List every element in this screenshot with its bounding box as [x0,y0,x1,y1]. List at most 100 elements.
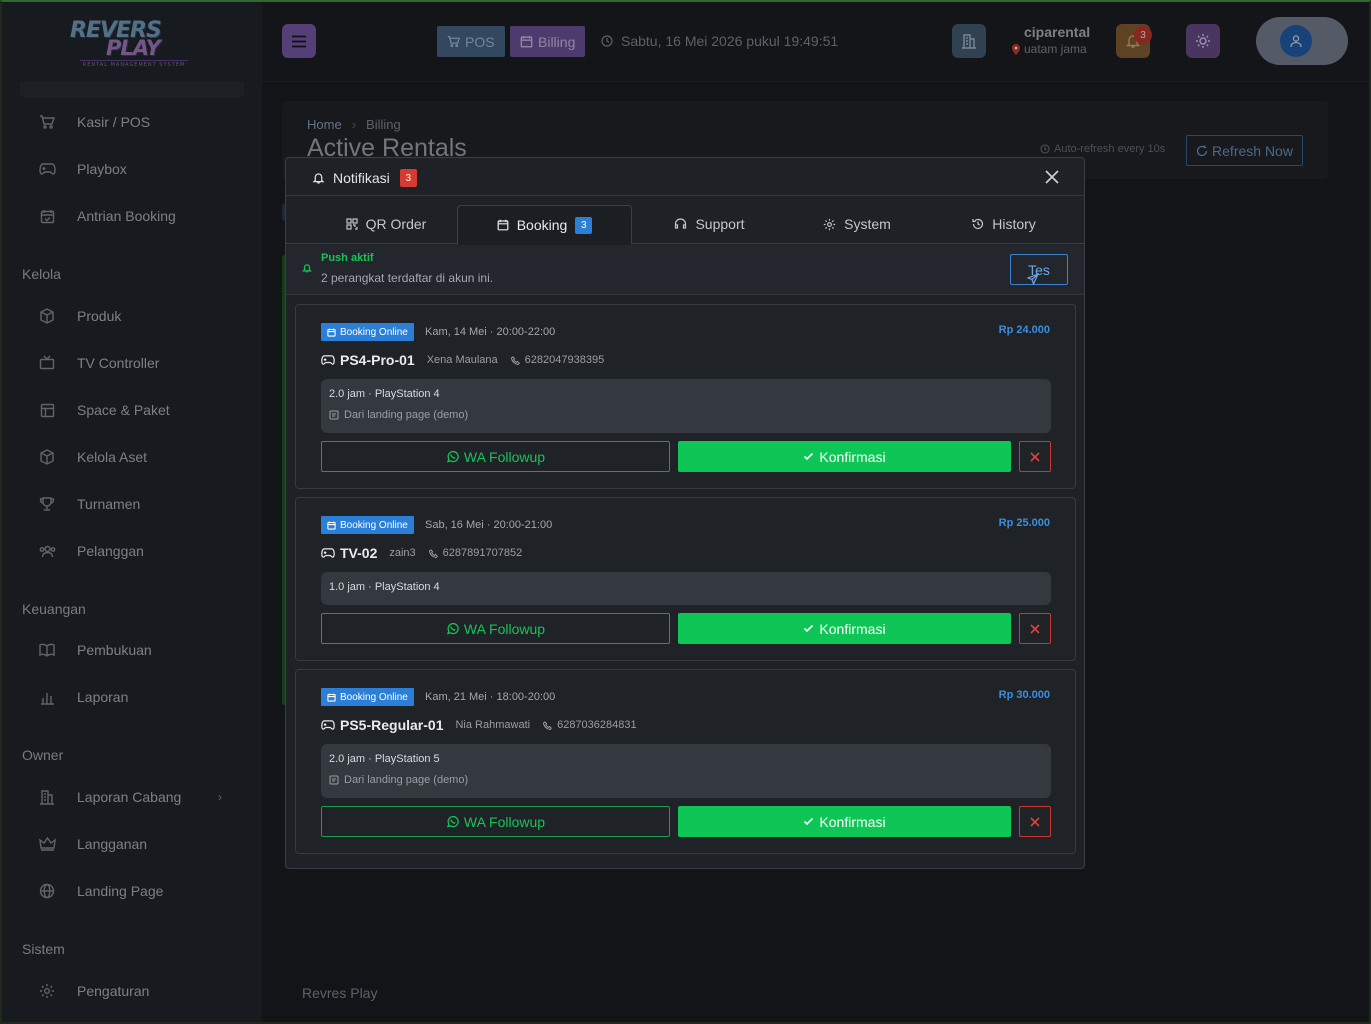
booking-phone-text: 6282047938395 [524,354,605,366]
modal-count-badge: 3 [399,169,417,187]
tab-label: Support [695,216,745,232]
booking-price: Rp 24.000 [998,324,1050,336]
booking-price: Rp 25.000 [998,517,1050,529]
tab-label: QR Order [365,216,427,232]
booking-type-text: Booking Online [340,691,408,703]
booking-detail: 2.0 jam · PlayStation 4 Dari landing pag… [321,379,1051,433]
confirm-button[interactable]: Konfirmasi [678,441,1011,472]
history-icon [972,218,984,230]
modal-header: Notifikasi 3 [286,158,1084,196]
booking-type-badge: Booking Online [321,516,414,534]
booking-note: Dari landing page (demo) [329,409,468,421]
booking-note-text: Dari landing page (demo) [344,409,469,421]
confirm-button[interactable]: Konfirmasi [678,806,1011,837]
tab-label: Booking [516,217,568,233]
bell-icon [312,171,325,185]
calendar-icon [327,521,336,530]
booking-date: Kam, 21 Mei · 18:00-20:00 [425,691,556,703]
booking-customer: Xena Maulana [426,354,498,366]
push-status-bar: Push aktif 2 perangkat terdaftar di akun… [286,245,1084,295]
close-icon [1030,623,1040,634]
wa-followup-button[interactable]: WA Followup [321,613,670,644]
whatsapp-icon [446,815,459,828]
booking-phone: 6282047938395 [510,354,605,366]
whatsapp-icon [446,450,459,463]
qr-icon [346,218,358,230]
wa-followup-label: WA Followup [463,813,546,830]
booking-unit: PS5-Regular-01 [340,717,444,733]
calendar-icon [497,219,509,231]
confirm-label: Konfirmasi [819,813,886,830]
gamepad-icon [321,354,335,366]
modal-title-text: Notifikasi [333,170,390,186]
check-icon [803,816,814,827]
calendar-icon [327,328,336,337]
booking-duration: 2.0 jam · PlayStation 4 [329,388,440,400]
tab-qr-order[interactable]: QR Order [306,205,466,243]
wa-followup-label: WA Followup [463,620,546,637]
reject-button[interactable] [1019,441,1051,472]
notification-modal: Notifikasi 3 QR Order Booking 3 Support … [285,157,1085,869]
note-icon [329,775,339,785]
gamepad-icon [321,719,335,731]
booking-customer: zain3 [389,547,416,559]
reject-button[interactable] [1019,806,1051,837]
booking-note-text: Dari landing page (demo) [344,774,469,786]
booking-detail: 1.0 jam · PlayStation 4 [321,572,1051,605]
bell-ring-icon [302,263,312,273]
booking-phone-text: 6287036284831 [557,719,637,731]
phone-icon [510,355,520,365]
booking-date: Sab, 16 Mei · 20:00-21:00 [425,519,553,531]
tab-label: System [844,216,891,232]
confirm-label: Konfirmasi [819,620,886,637]
booking-date: Kam, 14 Mei · 20:00-22:00 [425,326,556,338]
tab-label: History [992,216,1036,232]
close-icon [1044,169,1060,185]
whatsapp-icon [446,622,459,635]
tab-booking[interactable]: Booking 3 [457,205,632,245]
tab-support[interactable]: Support [632,205,787,243]
push-status-subtitle: 2 perangkat terdaftar di akun ini. [321,271,494,285]
wa-followup-button[interactable]: WA Followup [321,441,670,472]
booking-price: Rp 30.000 [998,689,1050,701]
headset-icon [674,218,687,230]
phone-icon [543,720,553,730]
tab-system[interactable]: System [782,205,932,243]
booking-phone: 6287036284831 [543,719,637,731]
confirm-label: Konfirmasi [819,448,886,465]
confirm-button[interactable]: Konfirmasi [678,613,1011,644]
notification-tabs: QR Order Booking 3 Support System Histor… [286,196,1084,245]
booking-unit-row: PS4-Pro-01 Xena Maulana 6282047938395 [321,352,604,368]
booking-unit: TV-02 [340,545,378,561]
wa-followup-label: WA Followup [463,448,546,465]
check-icon [803,623,814,634]
booking-phone-text: 6287891707852 [442,547,523,559]
test-push-button[interactable]: Tes [1010,254,1068,285]
tab-count-badge: 3 [575,216,593,234]
note-icon [329,410,339,420]
booking-unit: PS4-Pro-01 [340,352,415,368]
close-icon [1030,816,1040,827]
booking-customer: Nia Rahmawati [455,719,531,731]
booking-phone: 6287891707852 [428,547,523,559]
close-icon [1030,451,1040,462]
booking-type-text: Booking Online [340,326,408,338]
booking-detail: 2.0 jam · PlayStation 5 Dari landing pag… [321,744,1051,798]
booking-card: Booking Online Sab, 16 Mei · 20:00-21:00… [295,497,1076,661]
wa-followup-button[interactable]: WA Followup [321,806,670,837]
booking-duration: 2.0 jam · PlayStation 5 [329,753,440,765]
send-icon [1027,273,1039,285]
modal-title: Notifikasi 3 [312,169,417,187]
booking-unit-row: PS5-Regular-01 Nia Rahmawati 62870362848… [321,717,637,733]
modal-close-button[interactable] [1042,167,1062,187]
gamepad-icon [321,547,335,559]
booking-unit-row: TV-02 zain3 6287891707852 [321,545,522,561]
push-status-title: Push aktif [321,252,374,264]
booking-type-text: Booking Online [340,519,408,531]
booking-card: Booking Online Kam, 21 Mei · 18:00-20:00… [295,669,1076,854]
booking-type-badge: Booking Online [321,323,414,341]
tab-history[interactable]: History [934,205,1074,243]
booking-type-badge: Booking Online [321,688,414,706]
phone-icon [428,548,438,558]
reject-button[interactable] [1019,613,1051,644]
